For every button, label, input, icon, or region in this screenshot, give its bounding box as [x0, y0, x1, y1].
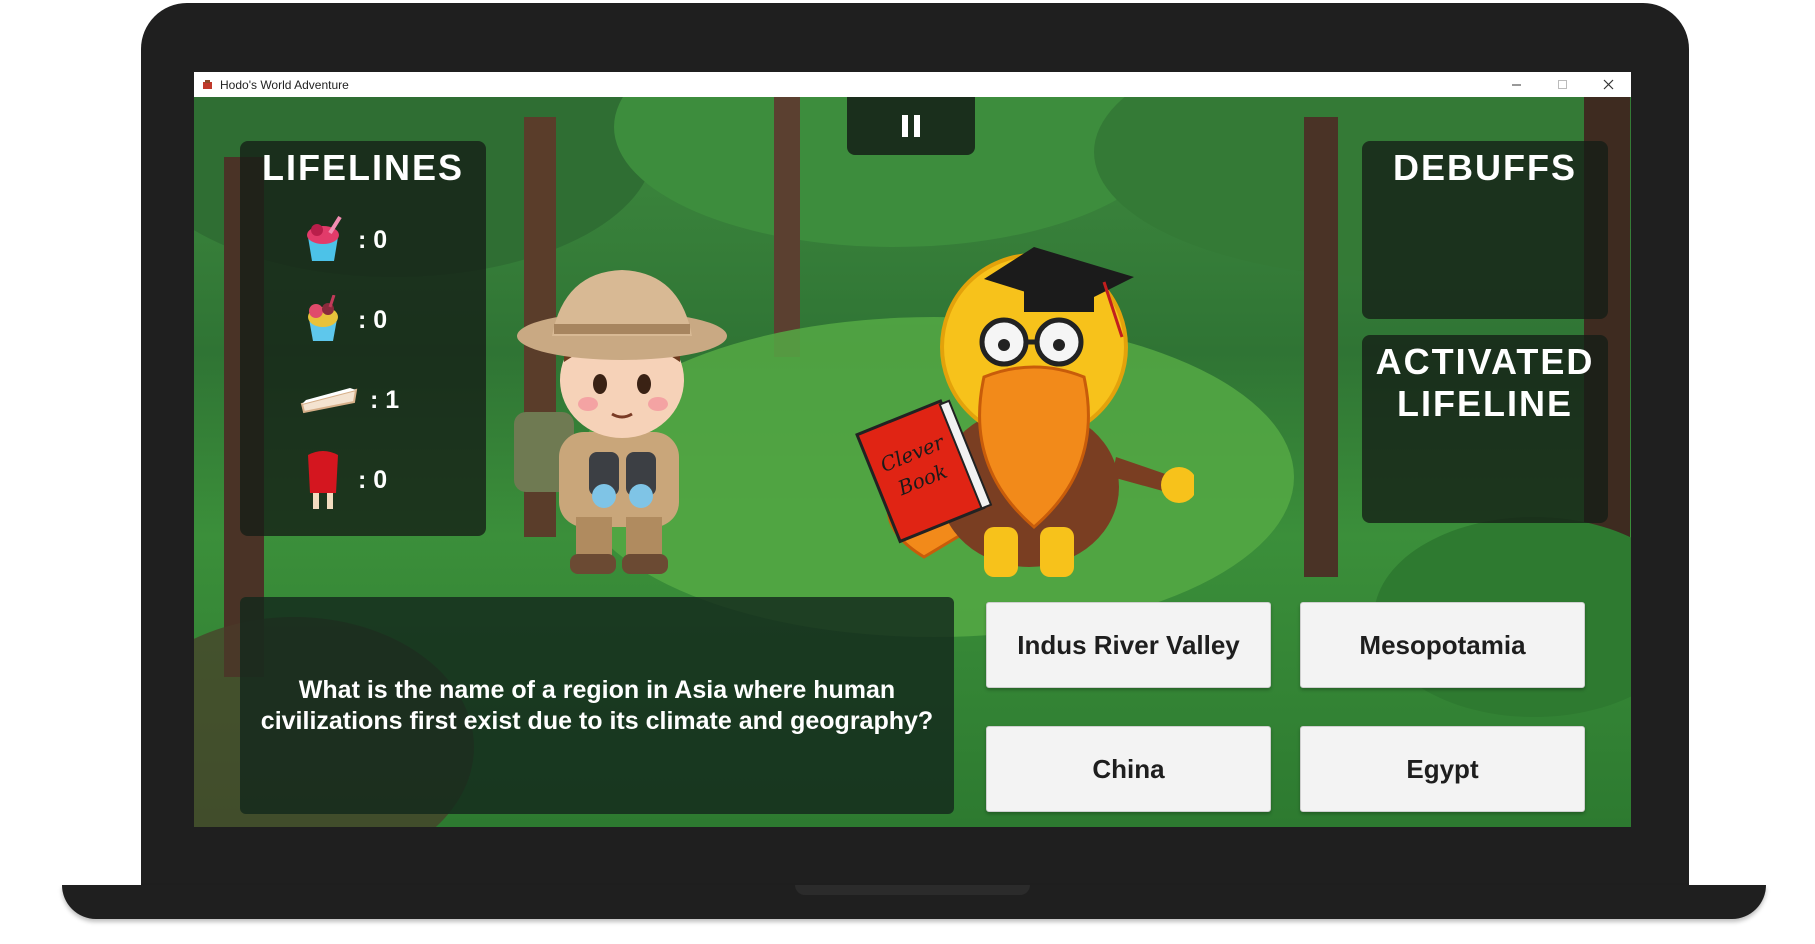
ice-cream-cup-icon [307, 215, 342, 261]
answer-button-3[interactable]: China [986, 726, 1271, 812]
pause-icon [902, 115, 920, 137]
minimize-icon [1511, 84, 1521, 86]
lifeline-item[interactable]: : 0 [300, 215, 387, 265]
explorer-boy-character [514, 270, 727, 574]
fruit-parfait-icon [308, 295, 338, 341]
lifeline-item[interactable]: : 1 [300, 375, 399, 425]
lifelines-title: LIFELINES [261, 147, 464, 188]
answer-button-1[interactable]: Indus River Valley [986, 602, 1271, 688]
game-scene: LIFELINES : 0 : 0: 1: 0 DEBUFFS ACTIVA… [194, 97, 1631, 827]
minimize-button[interactable] [1493, 72, 1539, 97]
lifeline-count: : 0 [358, 305, 388, 334]
debuffs-title: DEBUFFS [1393, 147, 1577, 188]
tree-trunk [1304, 117, 1338, 577]
lifelines-panel: LIFELINES : 0 : 0: 1: 0 [240, 141, 486, 536]
activated-lifeline-panel: ACTIVATED LIFELINE [1362, 335, 1608, 523]
answer-button-2[interactable]: Mesopotamia [1300, 602, 1585, 688]
tree-trunk [774, 97, 800, 357]
professor-lion-character: Clever Book [855, 247, 1194, 577]
lifeline-count: : 0 [358, 225, 388, 254]
debuffs-panel: DEBUFFS [1362, 141, 1608, 319]
maximize-button[interactable] [1539, 72, 1585, 97]
app-window: Hodo's World Adventure LIFELINES: 0: 0… [194, 72, 1631, 827]
lifeline-item[interactable]: : 0 [300, 451, 388, 509]
close-button[interactable] [1585, 72, 1631, 97]
lifeline-count: : 0 [358, 465, 388, 494]
window-title: Hodo's World Adventure [220, 77, 349, 92]
question-box: What is the name of a region in Asia whe… [240, 597, 954, 814]
title-bar: Hodo's World Adventure [194, 72, 1631, 97]
answer-button-4[interactable]: Egypt [1300, 726, 1585, 812]
lifeline-count: : 1 [370, 385, 400, 414]
activated-lifeline-title-line1: ACTIVATED [1375, 341, 1595, 382]
close-icon [1603, 79, 1613, 90]
activated-lifeline-title-line2: LIFELINE [1397, 383, 1573, 424]
maximize-icon [1557, 80, 1567, 89]
app-icon [203, 80, 212, 89]
laptop-notch [795, 885, 1030, 895]
pie-slice-icon [300, 388, 358, 414]
popsicle-icon [308, 451, 338, 509]
question-text: What is the name of a region in Asia whe… [260, 675, 934, 735]
lifeline-item[interactable]: : 0 [300, 295, 387, 345]
pause-button[interactable] [847, 97, 975, 155]
